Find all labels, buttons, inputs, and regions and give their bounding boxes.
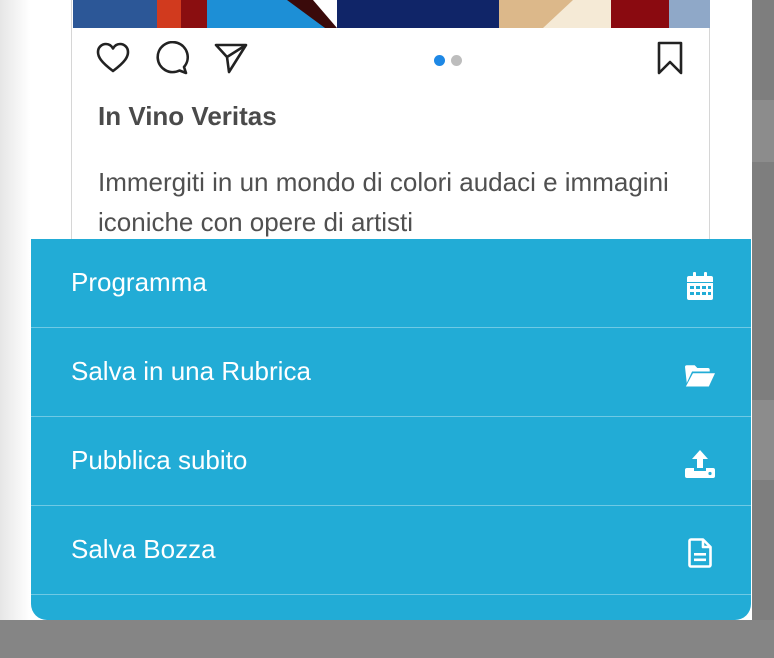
sheet-item-salva-rubrica[interactable]: Salva in una Rubrica: [31, 328, 751, 417]
sheet-item-programma[interactable]: Programma: [31, 239, 751, 328]
dimmed-backdrop[interactable]: [752, 0, 774, 620]
folder-open-icon: [685, 360, 715, 390]
bookmark-icon[interactable]: [652, 40, 688, 76]
heart-icon[interactable]: [95, 40, 131, 76]
carousel-dot-active[interactable]: [434, 55, 445, 66]
sheet-item-label: Programma: [71, 267, 207, 297]
post-action-bar: [72, 28, 709, 92]
sheet-item-pubblica-subito[interactable]: Pubblica subito: [31, 417, 751, 506]
sheet-item-label: Salva Bozza: [71, 534, 216, 564]
calendar-icon: [685, 271, 715, 301]
post-image[interactable]: [73, 0, 710, 28]
dimmed-backdrop-bottom[interactable]: [0, 620, 774, 658]
post-card: In Vino Veritas Immergiti in un mondo di…: [71, 0, 710, 240]
upload-icon: [685, 449, 715, 479]
carousel-indicator: [434, 55, 462, 66]
post-caption: Immergiti in un mondo di colori audaci e…: [98, 167, 669, 237]
page-edge-shadow: [0, 0, 30, 620]
sheet-item-label: Salva in una Rubrica: [71, 356, 311, 386]
action-sheet: Programma Salva in una Rubrica Pubblica …: [31, 239, 751, 620]
dimmed-backdrop-band: [752, 100, 774, 162]
document-icon: [685, 538, 715, 568]
dimmed-backdrop-band: [752, 400, 774, 480]
sheet-item-salva-bozza[interactable]: Salva Bozza: [31, 506, 751, 595]
sheet-item-label: Pubblica subito: [71, 445, 248, 475]
comment-icon[interactable]: [154, 40, 190, 76]
send-icon[interactable]: [213, 40, 249, 76]
carousel-dot[interactable]: [451, 55, 462, 66]
post-title: In Vino Veritas: [98, 101, 277, 131]
